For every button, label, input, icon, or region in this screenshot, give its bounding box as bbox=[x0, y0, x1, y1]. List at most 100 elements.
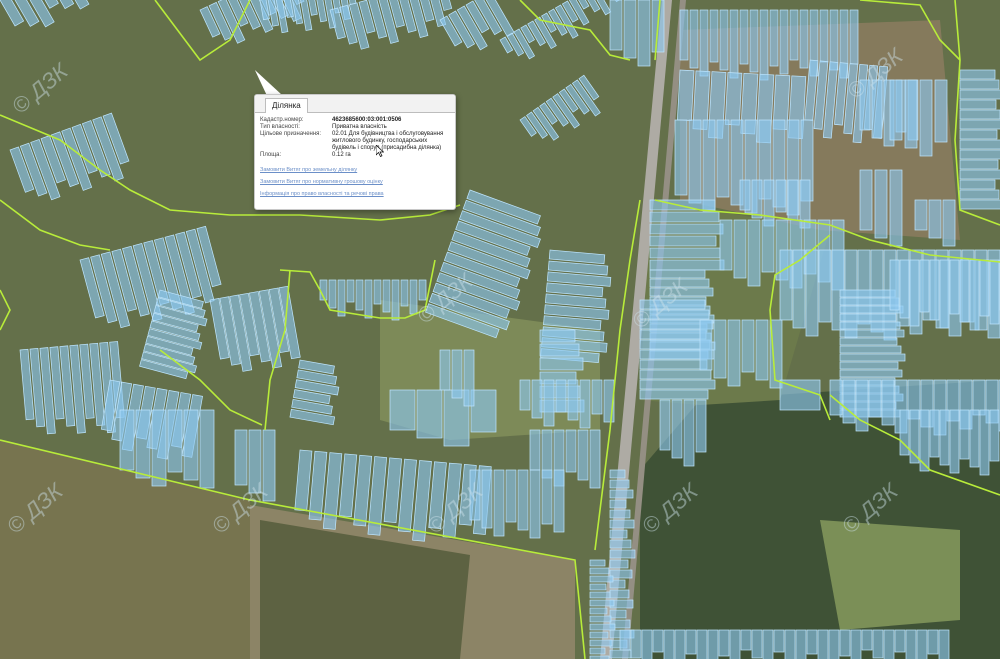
land-parcel[interactable] bbox=[818, 249, 832, 323]
land-parcel[interactable] bbox=[889, 169, 903, 247]
land-parcel[interactable] bbox=[889, 79, 903, 141]
land-parcel[interactable] bbox=[959, 179, 996, 190]
land-parcel[interactable] bbox=[649, 259, 725, 271]
land-parcel[interactable] bbox=[881, 379, 895, 426]
land-parcel[interactable] bbox=[916, 629, 928, 659]
land-parcel[interactable] bbox=[819, 9, 829, 63]
land-parcel[interactable] bbox=[555, 379, 567, 413]
land-parcel[interactable] bbox=[609, 519, 635, 529]
land-parcel[interactable] bbox=[905, 629, 917, 659]
land-parcel[interactable] bbox=[806, 629, 818, 655]
land-parcel[interactable] bbox=[416, 389, 443, 439]
land-parcel[interactable] bbox=[529, 429, 541, 471]
land-parcel[interactable] bbox=[609, 649, 632, 659]
land-parcel[interactable] bbox=[894, 629, 906, 653]
land-parcel[interactable] bbox=[167, 409, 183, 473]
land-parcel[interactable] bbox=[934, 79, 948, 143]
land-parcel[interactable] bbox=[579, 379, 591, 429]
land-parcel[interactable] bbox=[373, 279, 382, 305]
land-parcel[interactable] bbox=[761, 219, 775, 273]
land-parcel[interactable] bbox=[899, 259, 910, 319]
land-parcel[interactable] bbox=[609, 479, 630, 489]
land-parcel[interactable] bbox=[674, 629, 686, 659]
land-parcel[interactable] bbox=[874, 169, 888, 239]
land-parcel[interactable] bbox=[763, 179, 775, 227]
land-parcel[interactable] bbox=[671, 399, 683, 459]
land-parcel[interactable] bbox=[749, 9, 759, 73]
land-parcel[interactable] bbox=[649, 223, 724, 235]
land-parcel[interactable] bbox=[839, 361, 899, 370]
land-parcel[interactable] bbox=[589, 429, 601, 489]
land-parcel[interactable] bbox=[649, 235, 717, 247]
land-parcel[interactable] bbox=[779, 9, 789, 75]
land-parcel[interactable] bbox=[400, 279, 409, 307]
land-parcel[interactable] bbox=[609, 469, 626, 479]
land-parcel[interactable] bbox=[719, 219, 733, 271]
land-parcel[interactable] bbox=[751, 179, 763, 219]
land-parcel[interactable] bbox=[589, 567, 610, 575]
land-parcel[interactable] bbox=[839, 321, 901, 330]
land-parcel[interactable] bbox=[929, 259, 940, 321]
land-parcel[interactable] bbox=[959, 69, 996, 80]
land-parcel[interactable] bbox=[799, 9, 809, 69]
land-parcel[interactable] bbox=[724, 72, 743, 126]
land-parcel[interactable] bbox=[733, 219, 747, 279]
land-parcel[interactable] bbox=[839, 353, 906, 362]
land-parcel[interactable] bbox=[729, 629, 741, 659]
land-parcel[interactable] bbox=[805, 249, 819, 337]
land-parcel[interactable] bbox=[751, 629, 763, 659]
land-parcel[interactable] bbox=[649, 247, 721, 259]
land-parcel[interactable] bbox=[989, 409, 1000, 462]
land-parcel[interactable] bbox=[719, 9, 729, 71]
land-parcel[interactable] bbox=[959, 119, 1000, 130]
land-parcel[interactable] bbox=[470, 389, 497, 433]
land-parcel[interactable] bbox=[919, 79, 933, 157]
land-parcel[interactable] bbox=[839, 629, 851, 657]
land-parcel[interactable] bbox=[553, 469, 565, 533]
land-parcel[interactable] bbox=[589, 639, 613, 647]
land-parcel[interactable] bbox=[795, 629, 807, 659]
land-parcel[interactable] bbox=[713, 319, 727, 379]
land-parcel[interactable] bbox=[589, 599, 615, 607]
land-parcel[interactable] bbox=[539, 329, 576, 343]
land-parcel[interactable] bbox=[609, 559, 629, 569]
land-parcel[interactable] bbox=[839, 313, 897, 322]
land-parcel[interactable] bbox=[589, 583, 607, 591]
land-parcel[interactable] bbox=[609, 489, 634, 499]
land-parcel[interactable] bbox=[861, 629, 873, 651]
land-parcel[interactable] bbox=[696, 629, 708, 659]
land-parcel[interactable] bbox=[639, 339, 711, 350]
land-parcel[interactable] bbox=[439, 349, 451, 391]
ownership-info-link[interactable]: Інформація про право власності та речові… bbox=[260, 191, 455, 197]
land-parcel[interactable] bbox=[683, 399, 695, 467]
cadastral-map[interactable]: © ДЗК © ДЗК © ДЗК © ДЗК © ДЗК © ДЗК © ДЗ… bbox=[0, 0, 1000, 659]
land-parcel[interactable] bbox=[842, 379, 856, 424]
land-parcel[interactable] bbox=[639, 369, 712, 380]
land-parcel[interactable] bbox=[959, 109, 1000, 120]
land-parcel[interactable] bbox=[839, 329, 905, 338]
land-parcel[interactable] bbox=[829, 9, 839, 71]
land-parcel[interactable] bbox=[652, 629, 664, 653]
land-parcel[interactable] bbox=[199, 409, 215, 489]
land-parcel[interactable] bbox=[959, 159, 999, 170]
land-parcel[interactable] bbox=[589, 591, 611, 599]
land-parcel[interactable] bbox=[609, 549, 636, 559]
land-parcel[interactable] bbox=[709, 9, 719, 63]
land-parcel[interactable] bbox=[959, 149, 1000, 160]
land-parcel[interactable] bbox=[529, 469, 541, 539]
land-parcel[interactable] bbox=[718, 629, 730, 657]
land-parcel[interactable] bbox=[959, 169, 1000, 180]
land-parcel[interactable] bbox=[674, 119, 688, 196]
land-parcel[interactable] bbox=[859, 169, 873, 231]
land-parcel[interactable] bbox=[699, 319, 713, 371]
land-parcel[interactable] bbox=[589, 615, 612, 623]
land-parcel[interactable] bbox=[792, 249, 806, 329]
land-parcel[interactable] bbox=[609, 589, 630, 599]
land-parcel[interactable] bbox=[938, 629, 950, 659]
land-parcel[interactable] bbox=[328, 279, 337, 309]
land-parcel[interactable] bbox=[355, 279, 364, 311]
land-parcel[interactable] bbox=[451, 349, 463, 399]
land-parcel[interactable] bbox=[609, 609, 627, 619]
land-parcel[interactable] bbox=[649, 211, 720, 223]
land-parcel[interactable] bbox=[699, 9, 709, 77]
